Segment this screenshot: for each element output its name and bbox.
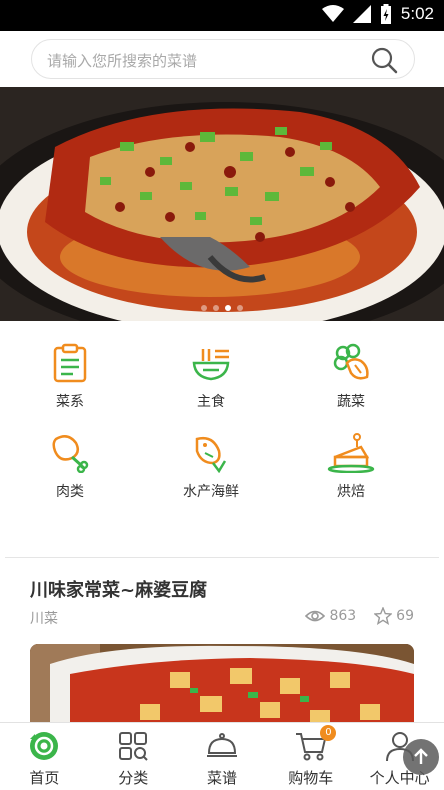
recipe-stats: 863 69: [305, 607, 414, 625]
recipe-image[interactable]: [30, 644, 414, 734]
cloche-icon: [206, 733, 237, 757]
search-icon[interactable]: [370, 46, 398, 74]
tab-label: 分类: [118, 769, 149, 787]
tab-cart[interactable]: 0 购物车: [266, 723, 355, 790]
arrow-up-icon: [414, 748, 428, 764]
eye-icon: [305, 610, 326, 622]
tab-recipes[interactable]: 菜谱: [178, 723, 267, 790]
signal-icon: [352, 5, 371, 23]
favorite-count-value: 69: [396, 608, 414, 624]
banner-dish-image: [0, 87, 444, 321]
carousel-dot-active[interactable]: [225, 305, 231, 311]
tab-label: 购物车: [288, 769, 334, 787]
view-count: 863: [305, 608, 356, 624]
category-item-seafood[interactable]: 水产海鲜: [161, 433, 261, 501]
carousel-dot[interactable]: [237, 305, 243, 311]
category-label: 烘焙: [337, 484, 365, 500]
cake-icon: [327, 433, 375, 473]
scroll-to-top-button[interactable]: [403, 739, 439, 775]
carousel-dot[interactable]: [213, 305, 219, 311]
battery-charging-icon: [380, 4, 391, 24]
home-icon: [30, 732, 59, 760]
category-label: 主食: [197, 394, 225, 410]
tab-home[interactable]: 首页: [0, 723, 89, 790]
tab-category[interactable]: 分类: [89, 723, 178, 790]
status-bar: 5:02: [0, 0, 444, 31]
view-count-value: 863: [329, 608, 357, 624]
vegetable-icon: [333, 343, 369, 380]
mapo-tofu-image: [30, 644, 414, 734]
favorite-count[interactable]: 69: [374, 607, 414, 625]
tab-label: 首页: [29, 769, 60, 787]
drumstick-icon: [52, 435, 89, 473]
search-input[interactable]: 请输入您所搜索的菜谱: [31, 39, 415, 79]
category-item-vegetable[interactable]: 蔬菜: [301, 343, 401, 411]
category-grid-icon: [119, 732, 148, 761]
category-item-baking[interactable]: 烘焙: [301, 433, 401, 501]
section-divider: [5, 557, 439, 558]
cart-badge: 0: [320, 725, 337, 741]
banner-carousel[interactable]: [0, 87, 444, 321]
tab-label: 菜谱: [206, 769, 237, 787]
category-label: 水产海鲜: [183, 484, 239, 500]
recipe-category-tag[interactable]: 川菜: [30, 608, 58, 628]
category-grid: 菜系 主食 蔬菜 肉类 水产海鲜 烘焙: [0, 321, 444, 557]
category-item-meat[interactable]: 肉类: [20, 433, 120, 501]
clipboard-icon: [53, 343, 87, 383]
search-placeholder: 请输入您所搜索的菜谱: [47, 52, 198, 70]
status-time: 5:02: [400, 4, 434, 23]
status-icons: 5:02: [321, 4, 434, 24]
wifi-icon: [321, 5, 344, 22]
bottom-tab-bar: 首页 分类 菜谱 0 购物车 个人中心: [0, 722, 444, 790]
category-item-cuisine[interactable]: 菜系: [20, 343, 120, 411]
carousel-indicator: [0, 305, 444, 311]
category-label: 肉类: [56, 484, 84, 500]
recipe-title[interactable]: 川味家常菜~麻婆豆腐: [30, 576, 207, 602]
noodle-bowl-icon: [192, 349, 230, 381]
category-label: 蔬菜: [337, 394, 365, 410]
category-item-staple[interactable]: 主食: [161, 343, 261, 411]
fish-icon: [195, 437, 227, 473]
search-area: 请输入您所搜索的菜谱: [0, 31, 444, 87]
star-icon: [374, 607, 393, 625]
category-label: 菜系: [56, 394, 84, 410]
carousel-dot[interactable]: [201, 305, 207, 311]
